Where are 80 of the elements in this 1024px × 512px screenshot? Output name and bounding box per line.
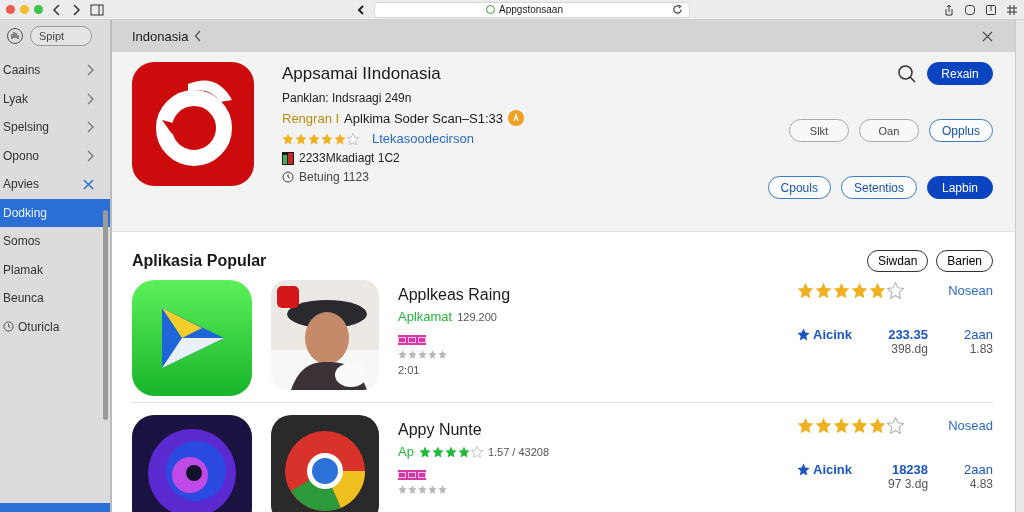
star-icon — [797, 328, 810, 341]
chevron-icon — [86, 121, 94, 134]
app-icon — [132, 280, 252, 396]
sidebar-item[interactable]: Apvies — [0, 170, 110, 199]
action-link[interactable]: Aicink — [797, 462, 852, 477]
sidebar-item[interactable]: Spelsing — [0, 113, 110, 142]
chart-icon — [282, 151, 294, 165]
chevron-icon — [86, 92, 94, 105]
filter-button[interactable]: Barien — [936, 250, 993, 272]
stat-label: 398.dg — [890, 342, 928, 356]
action-button[interactable]: Slkt — [788, 119, 849, 142]
stat-label: 4.83 — [968, 477, 993, 491]
action-button[interactable]: Cpouls — [767, 176, 831, 199]
sidebar-item[interactable]: Dodking — [0, 198, 110, 227]
search-field[interactable]: Spipt — [30, 26, 92, 46]
page-title: Indonasia — [132, 28, 189, 44]
address-bar[interactable]: Appgstonsaan — [374, 1, 690, 18]
action-button[interactable]: Setentios — [840, 176, 917, 199]
filter-button[interactable]: Siwdan — [866, 250, 929, 272]
update-info: Betuing 1123 — [299, 170, 369, 184]
stat-label: 1.83 — [968, 342, 993, 356]
action-button[interactable]: Lapbin — [927, 176, 993, 199]
app-link[interactable]: Nosean — [948, 283, 993, 298]
clock-icon — [3, 321, 14, 333]
section-title: Aplikasia Popular — [132, 252, 267, 270]
sidebar-item[interactable]: Somos — [0, 227, 110, 256]
developer-link[interactable]: Ltekasoodecirson — [372, 131, 474, 146]
app-icon — [132, 415, 252, 512]
sidebar-item[interactable]: Opono — [0, 141, 110, 170]
scrollbar[interactable] — [103, 210, 108, 420]
extension-icon[interactable] — [964, 3, 976, 16]
action-button[interactable]: Rexain — [927, 62, 993, 85]
chevron-icon — [86, 64, 94, 77]
tag-badge — [398, 470, 426, 480]
stat-value: 2aan — [964, 327, 993, 342]
back-icon[interactable] — [357, 4, 365, 15]
sidebar-item[interactable]: Oturicla — [0, 312, 110, 341]
app-link[interactable]: Nosead — [948, 418, 993, 433]
sidebar-item[interactable]: Beunca — [0, 284, 110, 313]
sidebar-icon[interactable] — [90, 3, 104, 16]
close-window-icon[interactable] — [6, 5, 15, 14]
app-publisher: Panklan: Indsraagi 249n — [282, 91, 413, 105]
close-icon[interactable] — [982, 30, 993, 42]
action-button[interactable]: Opplus — [928, 119, 993, 142]
app-category: Aplkamat — [398, 309, 453, 324]
app-stats: 129.200 — [457, 310, 497, 323]
share-icon[interactable] — [943, 3, 955, 16]
app-icon — [132, 62, 254, 186]
chevron-icon — [86, 149, 94, 162]
search-icon[interactable] — [897, 63, 917, 84]
app-time: 2:01 — [398, 364, 421, 376]
sidebar-item[interactable]: Plamak — [0, 255, 110, 284]
star-icon — [797, 463, 810, 476]
tabs-icon[interactable] — [985, 3, 997, 16]
action-button[interactable]: Oan — [858, 119, 919, 142]
download-count: 2233Mkadiagt 1C2 — [299, 151, 400, 165]
app-title: Appy Nunte — [398, 421, 483, 439]
hand-icon[interactable] — [6, 27, 24, 45]
stat-value: 2aan — [964, 462, 993, 477]
clock-icon — [282, 171, 294, 183]
back-icon[interactable] — [52, 3, 62, 16]
stat-value: 18238 — [890, 462, 929, 477]
reload-icon[interactable] — [672, 4, 683, 15]
app-category: Ap — [398, 444, 414, 459]
app-category: Rengran I — [282, 110, 340, 126]
stat-value: 233.35 — [888, 327, 928, 342]
stat-label: 97 3.dg — [888, 477, 929, 491]
tag-badge — [398, 335, 426, 345]
action-link[interactable]: Aicink — [797, 327, 852, 342]
app-description: Aplkima Soder Scan–S1:33 — [344, 110, 504, 126]
sidebar-item[interactable]: Caains — [0, 56, 110, 85]
grid-icon[interactable] — [1006, 3, 1018, 16]
sidebar-item[interactable]: Lyak — [0, 84, 110, 113]
close-icon[interactable] — [83, 178, 94, 190]
forward-icon[interactable] — [71, 3, 81, 16]
app-title: Appsamai IIndonasia — [282, 64, 442, 84]
badge-icon — [508, 110, 525, 126]
app-title: Applkeas Raing — [398, 286, 511, 304]
scrollbar[interactable] — [1015, 20, 1024, 512]
app-stats: 1.57 / 43208 — [487, 445, 550, 458]
